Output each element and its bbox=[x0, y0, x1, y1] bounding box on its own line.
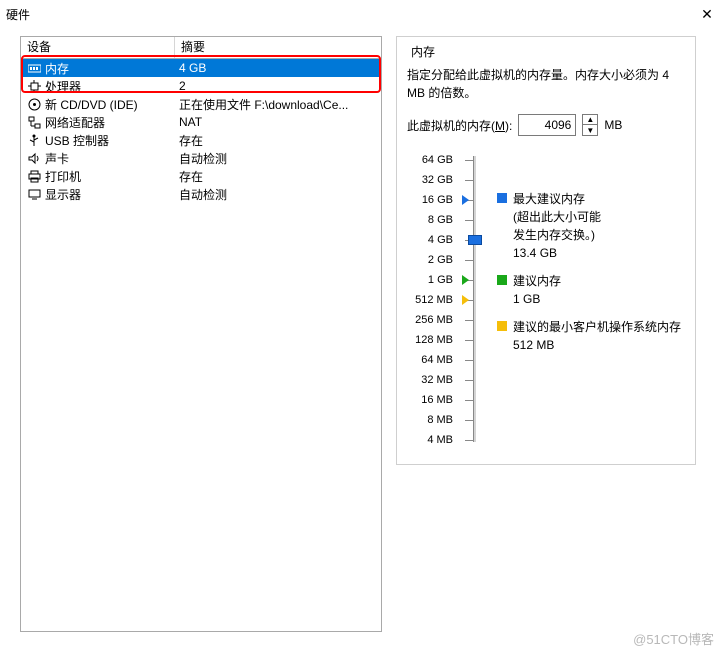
device-row-printer[interactable]: 打印机存在 bbox=[21, 167, 381, 185]
device-row-usb[interactable]: USB 控制器存在 bbox=[21, 131, 381, 149]
slider-tick bbox=[465, 220, 473, 221]
device-name: USB 控制器 bbox=[45, 132, 175, 149]
device-row-display[interactable]: 显示器自动检测 bbox=[21, 185, 381, 203]
device-summary: 存在 bbox=[179, 132, 381, 149]
tick-label: 256 MB bbox=[407, 310, 453, 330]
square-icon-yellow bbox=[497, 321, 507, 331]
device-list-panel: 设备 摘要 内存 4 GB 处理器 2 新 CD/DVD (IDE)正在使用文件 F:\… bbox=[20, 36, 382, 632]
legend-max-value: 13.4 GB bbox=[513, 244, 685, 262]
display-icon bbox=[27, 188, 41, 201]
device-name: 新 CD/DVD (IDE) bbox=[45, 96, 175, 113]
slider-tick bbox=[465, 180, 473, 181]
device-summary: 4 GB bbox=[179, 61, 381, 75]
slider-tick bbox=[465, 420, 473, 421]
tick-label: 4 MB bbox=[407, 430, 453, 450]
memory-input[interactable] bbox=[518, 114, 576, 136]
device-name: 处理器 bbox=[45, 78, 175, 95]
window-title: 硬件 bbox=[6, 6, 30, 23]
marker-recommend bbox=[462, 275, 469, 285]
legend-max-note1: (超出此大小可能 bbox=[513, 208, 685, 226]
memory-slider[interactable] bbox=[459, 150, 491, 450]
tick-label: 32 GB bbox=[407, 170, 453, 190]
legend-min-guest: 建议的最小客户机操作系统内存 bbox=[497, 318, 685, 336]
slider-tick bbox=[465, 320, 473, 321]
tick-label: 128 MB bbox=[407, 330, 453, 350]
summary-column-header[interactable]: 摘要 bbox=[175, 37, 211, 58]
memory-description: 指定分配给此虚拟机的内存量。内存大小必须为 4 MB 的倍数。 bbox=[407, 66, 685, 102]
tick-label: 8 GB bbox=[407, 210, 453, 230]
device-name: 显示器 bbox=[45, 186, 175, 203]
slider-tick bbox=[465, 400, 473, 401]
legend-max-recommend: 最大建议内存 bbox=[497, 190, 685, 208]
device-name: 打印机 bbox=[45, 168, 175, 185]
printer-icon bbox=[27, 170, 41, 183]
device-summary: 2 bbox=[179, 79, 381, 93]
device-summary: 自动检测 bbox=[179, 186, 381, 203]
memory-spinner[interactable]: ▲ ▼ bbox=[582, 114, 598, 136]
network-icon bbox=[27, 116, 41, 129]
device-row-memory[interactable]: 内存 4 GB bbox=[21, 59, 381, 77]
device-name: 内存 bbox=[45, 60, 175, 77]
tick-label: 16 MB bbox=[407, 390, 453, 410]
square-icon-blue bbox=[497, 193, 507, 203]
memory-group-legend: 内存 bbox=[407, 43, 439, 60]
legend-min-value: 512 MB bbox=[513, 336, 685, 354]
tick-label: 4 GB bbox=[407, 230, 453, 250]
tick-label: 32 MB bbox=[407, 370, 453, 390]
memory-icon bbox=[27, 62, 41, 75]
tick-label: 1 GB bbox=[407, 270, 453, 290]
legend-max-note2: 发生内存交换。) bbox=[513, 226, 685, 244]
device-column-header[interactable]: 设备 bbox=[21, 37, 175, 58]
slider-tick bbox=[465, 340, 473, 341]
device-row-cdrom[interactable]: 新 CD/DVD (IDE)正在使用文件 F:\download\Ce... bbox=[21, 95, 381, 113]
cpu-icon bbox=[27, 80, 41, 93]
device-row-cpu[interactable]: 处理器 2 bbox=[21, 77, 381, 95]
slider-tick bbox=[465, 380, 473, 381]
tick-label: 8 MB bbox=[407, 410, 453, 430]
tick-label: 2 GB bbox=[407, 250, 453, 270]
device-summary: 存在 bbox=[179, 168, 381, 185]
sound-icon bbox=[27, 152, 41, 165]
square-icon-green bbox=[497, 275, 507, 285]
slider-track-line bbox=[473, 156, 476, 442]
slider-thumb[interactable] bbox=[468, 235, 482, 245]
slider-tick bbox=[465, 160, 473, 161]
slider-tick bbox=[465, 360, 473, 361]
device-summary: 正在使用文件 F:\download\Ce... bbox=[179, 96, 381, 113]
device-row-sound[interactable]: 声卡自动检测 bbox=[21, 149, 381, 167]
memory-input-label: 此虚拟机的内存(M): bbox=[407, 117, 512, 134]
device-summary: NAT bbox=[179, 115, 381, 129]
marker-min bbox=[462, 295, 469, 305]
tick-label: 512 MB bbox=[407, 290, 453, 310]
device-row-network[interactable]: 网络适配器 NAT bbox=[21, 113, 381, 131]
spin-up-icon[interactable]: ▲ bbox=[583, 115, 597, 125]
tick-label: 16 GB bbox=[407, 190, 453, 210]
legend-recommend: 建议内存 bbox=[497, 272, 685, 290]
memory-unit: MB bbox=[604, 118, 622, 132]
device-name: 声卡 bbox=[45, 150, 175, 167]
slider-tick bbox=[465, 260, 473, 261]
close-icon[interactable]: ✕ bbox=[698, 5, 716, 23]
device-summary: 自动检测 bbox=[179, 150, 381, 167]
spin-down-icon[interactable]: ▼ bbox=[583, 125, 597, 135]
memory-group: 内存 指定分配给此虚拟机的内存量。内存大小必须为 4 MB 的倍数。 此虚拟机的… bbox=[396, 36, 696, 465]
device-name: 网络适配器 bbox=[45, 114, 175, 131]
usb-icon bbox=[27, 134, 41, 147]
tick-label: 64 MB bbox=[407, 350, 453, 370]
slider-tick bbox=[465, 440, 473, 441]
marker-max bbox=[462, 195, 469, 205]
cdrom-icon bbox=[27, 98, 41, 111]
tick-label: 64 GB bbox=[407, 150, 453, 170]
legend-recommend-value: 1 GB bbox=[513, 290, 685, 308]
